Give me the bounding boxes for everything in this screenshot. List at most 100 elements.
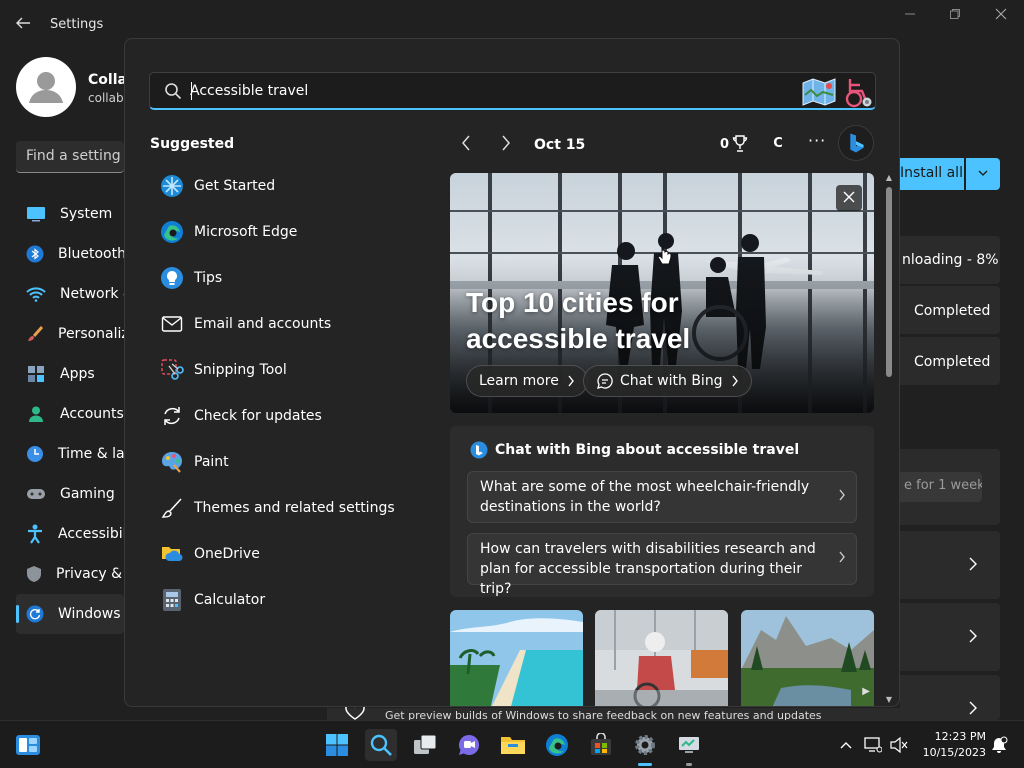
- volume-tray-icon[interactable]: [888, 721, 910, 768]
- chevron-right-icon: [732, 375, 738, 387]
- close-button[interactable]: [986, 8, 1016, 28]
- suggestion-get-started[interactable]: Get Started: [150, 163, 410, 209]
- nav-item-network[interactable]: Network &: [16, 274, 134, 314]
- account-avatar[interactable]: C: [767, 133, 789, 155]
- nav-item-apps[interactable]: Apps: [16, 354, 124, 394]
- search-taskbar-button[interactable]: [365, 729, 397, 761]
- clock-time: 12:23 PM: [934, 730, 986, 743]
- chevron-right-icon: [838, 549, 846, 569]
- nav-item-gaming[interactable]: Gaming: [16, 474, 124, 514]
- shield-icon: [26, 564, 42, 584]
- nav-item-privacy[interactable]: Privacy & s: [16, 554, 134, 594]
- nav-item-accessibility[interactable]: Accessibili: [16, 514, 130, 554]
- refresh-icon: [159, 403, 185, 429]
- avatar[interactable]: [16, 57, 76, 117]
- suggestion-snipping-tool[interactable]: Snipping Tool: [150, 347, 410, 393]
- scroll-thumb[interactable]: [886, 187, 892, 377]
- search-icon: [165, 83, 182, 100]
- find-setting-input[interactable]: Find a setting: [16, 141, 124, 173]
- install-dropdown-button[interactable]: [966, 158, 1000, 190]
- advanced-options-card[interactable]: [900, 603, 1000, 671]
- suggestion-check-updates[interactable]: Check for updates: [150, 393, 410, 439]
- nav-item-personalization[interactable]: Personaliz: [16, 314, 129, 354]
- next-button[interactable]: [496, 135, 516, 155]
- minimize-button[interactable]: [895, 8, 925, 28]
- network-monitor-icon: [864, 737, 882, 753]
- suggestion-label: Email and accounts: [194, 316, 332, 332]
- suggested-heading: Suggested: [150, 136, 235, 152]
- chat-with-bing-button[interactable]: Chat with Bing: [583, 365, 752, 397]
- network-tray-icon[interactable]: [862, 721, 884, 768]
- pause-updates-button[interactable]: e for 1 week: [900, 472, 982, 502]
- wheelchair-icon: [845, 79, 872, 108]
- play-icon[interactable]: ▶: [862, 686, 870, 697]
- chevron-up-icon: [840, 742, 852, 749]
- suggestion-onedrive[interactable]: OneDrive: [150, 531, 410, 577]
- taskbar: 12:23 PM 10/15/2023: [0, 720, 1024, 768]
- nav-label: Accessibili: [58, 526, 131, 542]
- scroll-up-arrow[interactable]: ▲: [883, 173, 895, 182]
- store-button[interactable]: [585, 729, 617, 761]
- start-button[interactable]: [321, 729, 353, 761]
- task-view-button[interactable]: [409, 729, 441, 761]
- nav-item-accounts[interactable]: Accounts: [16, 394, 124, 434]
- get-started-icon: [159, 173, 185, 199]
- search-input[interactable]: [190, 79, 790, 103]
- restore-icon: [950, 9, 960, 19]
- trophy-icon[interactable]: [732, 134, 748, 154]
- search-box[interactable]: [149, 72, 876, 110]
- running-indicator: [638, 763, 652, 766]
- hero-title[interactable]: Top 10 cities for accessible travel: [466, 285, 826, 357]
- widgets-icon: [16, 735, 40, 755]
- calculator-icon: [159, 587, 185, 613]
- file-explorer-button[interactable]: [497, 729, 529, 761]
- suggestion-email-accounts[interactable]: Email and accounts: [150, 301, 410, 347]
- chevron-right-icon: [968, 556, 978, 575]
- update-history-card[interactable]: [900, 531, 1000, 599]
- nav-item-system[interactable]: System: [16, 194, 124, 234]
- dismiss-hero-button[interactable]: [836, 185, 862, 211]
- widgets-button[interactable]: [12, 729, 44, 761]
- hero-card[interactable]: Top 10 cities for accessible travel Lear…: [450, 173, 874, 413]
- install-all-button[interactable]: Install all: [900, 158, 964, 190]
- back-button[interactable]: [14, 14, 34, 34]
- more-options-icon[interactable]: ···: [808, 131, 826, 150]
- highlights-bar: Oct 15 0 C ···: [450, 125, 880, 161]
- edge-taskbar-button[interactable]: [541, 729, 573, 761]
- suggestion-themes[interactable]: Themes and related settings: [150, 485, 410, 531]
- beach-image: [450, 610, 583, 706]
- nav-item-windows-update[interactable]: Windows U: [16, 594, 135, 634]
- search-icon: [370, 734, 392, 756]
- suggestion-label: Calculator: [194, 592, 266, 608]
- brush-icon: [159, 495, 185, 521]
- show-hidden-icons-button[interactable]: [836, 721, 856, 768]
- scroll-down-arrow[interactable]: ▼: [883, 695, 895, 704]
- valley-thumbnail[interactable]: ▶: [741, 610, 874, 706]
- nav-label: Accounts: [60, 406, 124, 422]
- notifications-button[interactable]: [988, 721, 1010, 768]
- results-scrollbar[interactable]: ▲ ▼: [883, 173, 895, 705]
- suggestion-paint[interactable]: Paint: [150, 439, 410, 485]
- nav-label: Network &: [60, 286, 134, 302]
- beach-thumbnail[interactable]: [450, 610, 583, 706]
- chat-question-2[interactable]: How can travelers with disabilities rese…: [467, 533, 857, 597]
- nav-item-time-language[interactable]: Time & lan: [16, 434, 133, 474]
- chat-question-1[interactable]: What are some of the most wheelchair-fri…: [467, 471, 857, 523]
- settings-taskbar-button[interactable]: [629, 729, 661, 766]
- learn-more-button[interactable]: Learn more: [466, 365, 588, 397]
- previous-button[interactable]: [456, 135, 476, 155]
- teams-chat-button[interactable]: [453, 729, 485, 761]
- wheelchair-airport-thumbnail[interactable]: [595, 610, 728, 706]
- suggestion-tips[interactable]: Tips: [150, 255, 410, 301]
- learn-more-label: Learn more: [479, 373, 559, 389]
- maximize-button[interactable]: [940, 8, 970, 28]
- app-taskbar-button[interactable]: [673, 729, 705, 766]
- bing-logo-icon[interactable]: [838, 125, 874, 161]
- suggestion-calculator[interactable]: Calculator: [150, 577, 410, 623]
- settings-nav: System Bluetooth Network & Personaliz Ap…: [16, 194, 135, 634]
- task-view-icon: [414, 734, 437, 754]
- suggestion-microsoft-edge[interactable]: Microsoft Edge: [150, 209, 410, 255]
- rewards-count[interactable]: 0: [720, 137, 729, 152]
- system-clock[interactable]: 12:23 PM 10/15/2023: [918, 729, 986, 761]
- nav-item-bluetooth[interactable]: Bluetooth: [16, 234, 126, 274]
